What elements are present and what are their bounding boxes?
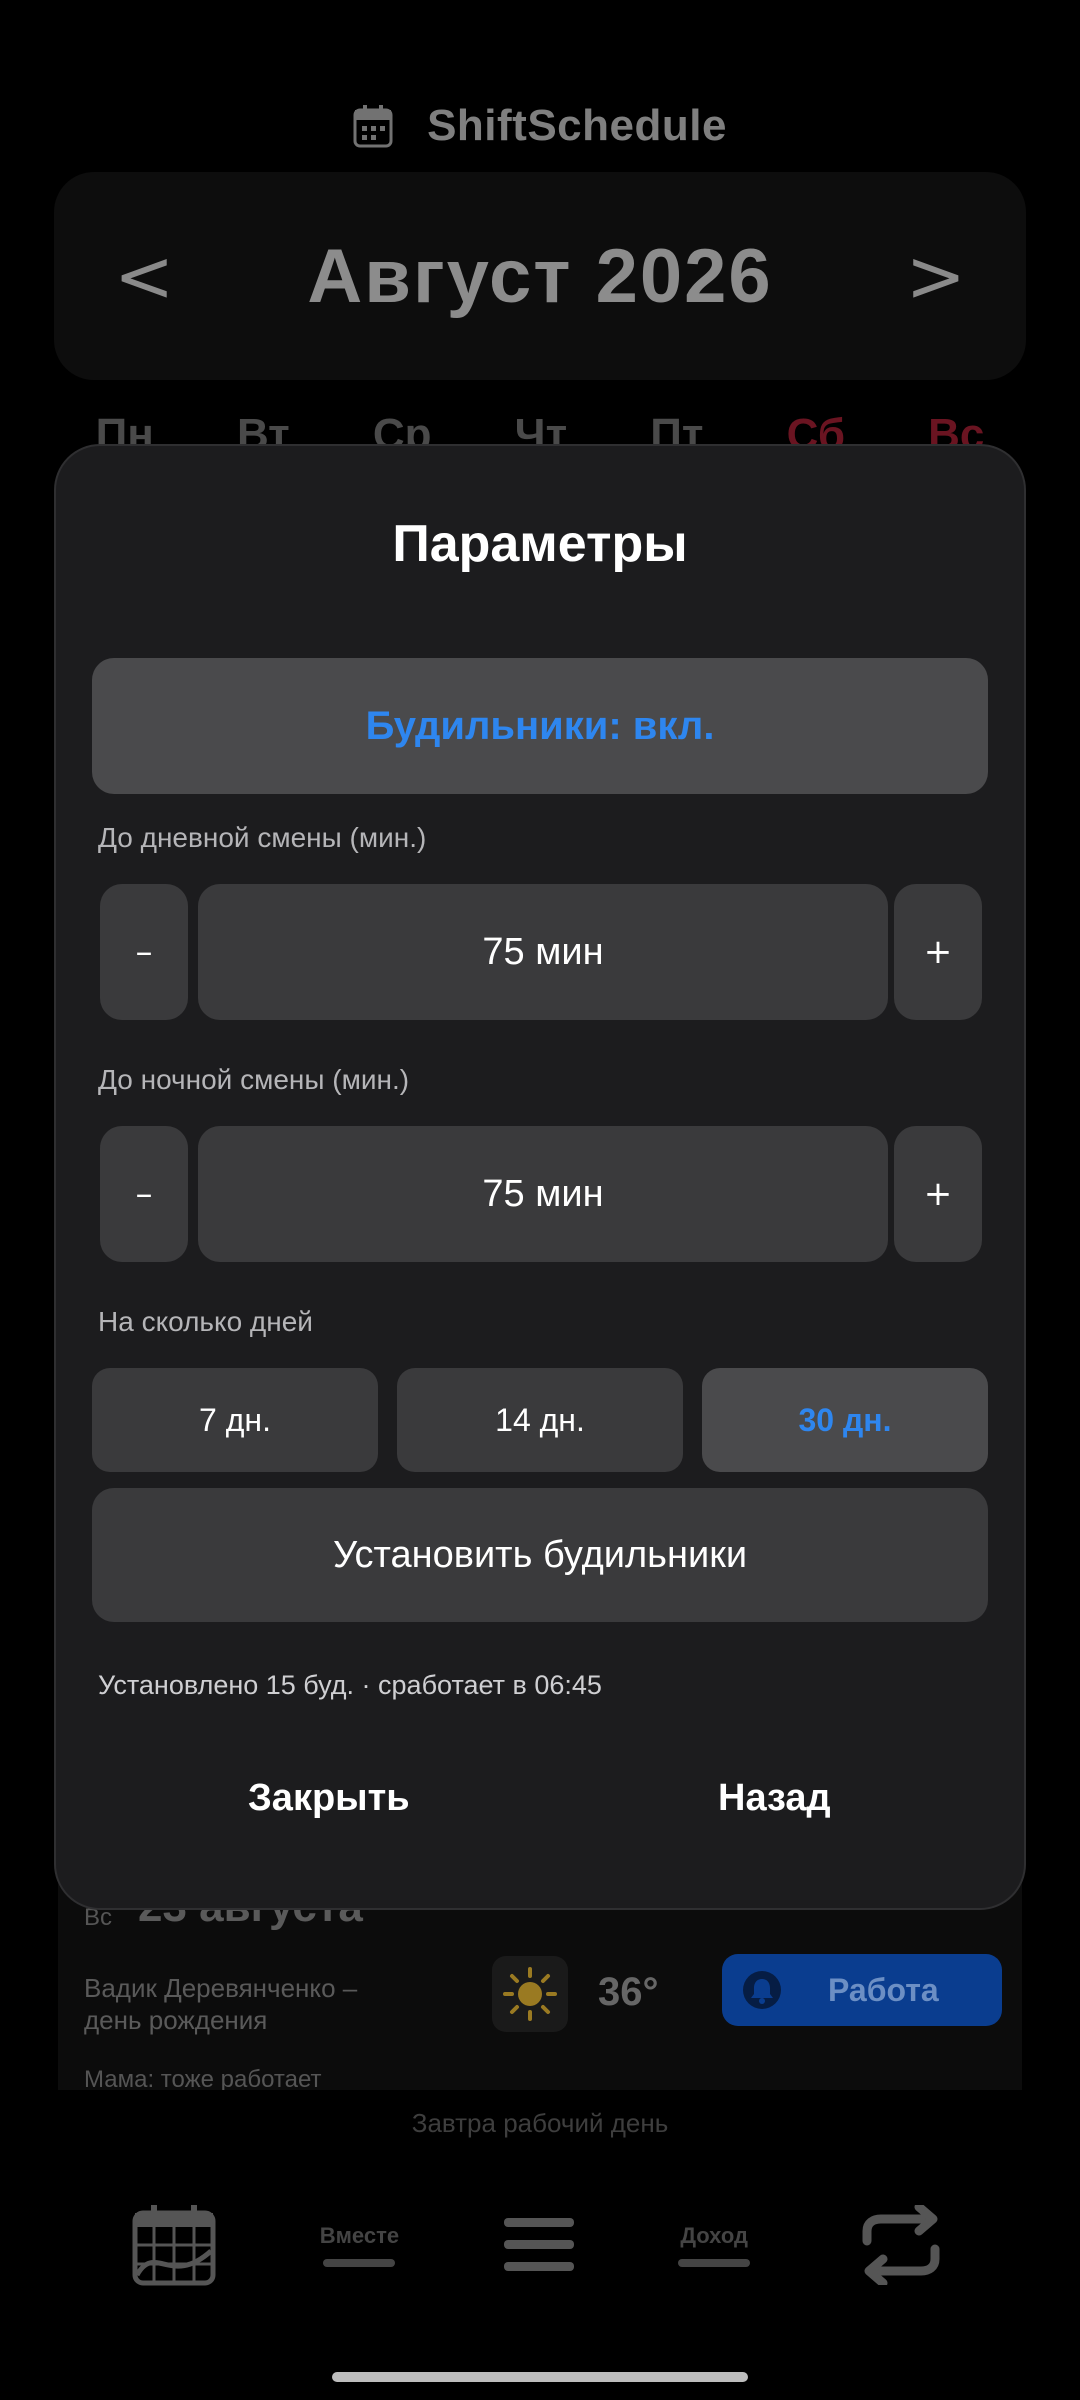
calendar-chart-icon — [132, 2205, 216, 2286]
close-button[interactable]: Закрыть — [242, 1776, 416, 1821]
set-alarms-button[interactable]: Установить будильники — [92, 1488, 988, 1622]
next-month-button[interactable]: > — [906, 234, 966, 318]
days-option-14[interactable]: 14 дн. — [397, 1368, 683, 1472]
swap-arrows-icon — [862, 2205, 940, 2285]
night-shift-decrement-button[interactable]: – — [100, 1126, 188, 1262]
dialog-title: Параметры — [392, 515, 688, 573]
day-note: Мама: тоже работает — [84, 2066, 322, 2090]
temperature: 36° — [598, 1970, 659, 2014]
days-option-7[interactable]: 7 дн. — [92, 1368, 378, 1472]
menu-icon — [503, 2218, 574, 2271]
nav-income-indicator — [678, 2259, 751, 2267]
nav-together-indicator — [323, 2259, 396, 2267]
night-shift-increment-button[interactable]: + — [894, 1126, 982, 1262]
nav-together-label: Вместе — [319, 2223, 400, 2248]
day-event: Вадик Деревянченко – день рождения — [84, 1973, 358, 2035]
work-badge[interactable]: Работа — [722, 1954, 1002, 2026]
alarms-toggle-button[interactable]: Будильники: вкл. — [92, 658, 988, 794]
app-title: ShiftSchedule — [427, 101, 727, 150]
day-detail-card[interactable]: Вс 23 августа Вадик Деревянченко – день … — [58, 1880, 1022, 2090]
back-button[interactable]: Назад — [712, 1776, 837, 1821]
day-shift-decrement-button[interactable]: – — [100, 884, 188, 1020]
prev-month-button[interactable]: < — [114, 234, 174, 318]
weather-box — [492, 1956, 568, 2032]
month-selector: < Август 2026 > — [54, 172, 1026, 380]
tomorrow-text: Завтра рабочий день — [411, 2108, 669, 2138]
sun-icon — [503, 1967, 557, 2021]
app-header: ShiftSchedule — [0, 88, 1080, 164]
night-shift-value: 75 мин — [198, 1126, 888, 1262]
day-shift-label: До дневной смены (мин.) — [98, 822, 427, 853]
nav-menu[interactable] — [502, 2216, 576, 2274]
home-indicator[interactable] — [332, 2372, 748, 2382]
nav-income-label: Доход — [680, 2223, 748, 2248]
nav-calendar[interactable] — [131, 2203, 217, 2287]
bell-icon — [743, 1971, 781, 2009]
alarms-status-text: Установлено 15 буд. · сработает в 06:45 — [98, 1670, 602, 1700]
day-shift-increment-button[interactable]: + — [894, 884, 982, 1020]
bottom-navigation: Вместе Доход — [0, 2190, 1080, 2300]
nav-swap[interactable] — [853, 2205, 949, 2285]
calendar-icon — [353, 105, 393, 148]
month-label: Август 2026 — [307, 233, 773, 319]
nav-income[interactable]: Доход — [678, 2223, 751, 2267]
days-label: На сколько дней — [98, 1306, 313, 1337]
work-badge-label: Работа — [828, 1971, 939, 2008]
day-shift-value: 75 мин — [198, 884, 888, 1020]
settings-dialog: Параметры Будильники: вкл. До дневной см… — [54, 444, 1026, 1910]
nav-together[interactable]: Вместе — [320, 2223, 399, 2267]
days-option-30[interactable]: 30 дн. — [702, 1368, 988, 1472]
night-shift-label: До ночной смены (мин.) — [98, 1064, 410, 1095]
